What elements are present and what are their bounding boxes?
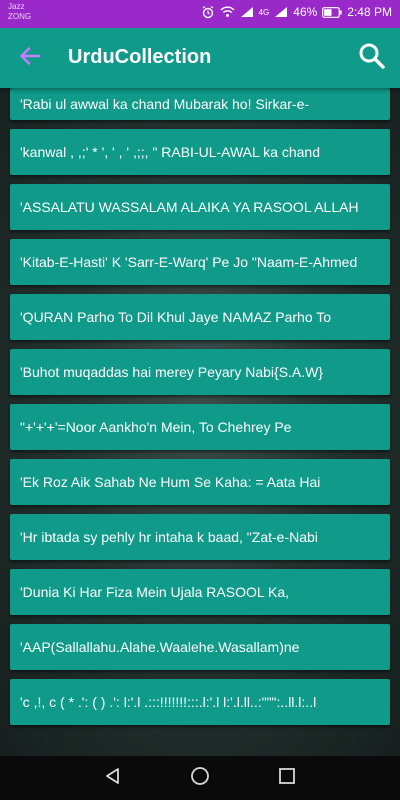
signal-icon-secondary: [274, 6, 288, 18]
list-item[interactable]: 'Buhot muqaddas hai merey Peyary Nabi{S.…: [10, 349, 390, 395]
system-navigation-bar: [0, 756, 400, 800]
battery-percent: 46%: [293, 5, 318, 19]
list-item[interactable]: 'Hr ibtada sy pehly hr intaha k baad, "Z…: [10, 514, 390, 560]
alarm-icon: [201, 5, 215, 19]
list-item[interactable]: 'Dunia Ki Har Fiza Mein Ujala RASOOL Ka,: [10, 569, 390, 615]
search-button[interactable]: [356, 42, 388, 74]
back-button[interactable]: [14, 44, 46, 72]
signal-icon: [240, 6, 254, 18]
wifi-icon: [220, 6, 235, 18]
nav-recents-button[interactable]: [273, 764, 301, 792]
square-recents-icon: [278, 767, 296, 790]
list-item[interactable]: 'Rabi ul awwal ka chand Mubarak ho! Sirk…: [10, 88, 390, 120]
network-type-label: 4G: [258, 7, 270, 17]
clock-time: 2:48 PM: [347, 5, 392, 19]
carrier-name-secondary: ZONG: [8, 12, 32, 21]
message-list[interactable]: 'Rabi ul awwal ka chand Mubarak ho! Sirk…: [10, 88, 390, 734]
list-item[interactable]: 'ASSALATU WASSALAM ALAIKA YA RASOOL ALLA…: [10, 184, 390, 230]
nav-home-button[interactable]: [186, 764, 214, 792]
list-item[interactable]: 'QURAN Parho To Dil Khul Jaye NAMAZ Parh…: [10, 294, 390, 340]
list-item[interactable]: 'c ,!, c ( * .': ( ) .': l:'.l .:::!!!!!…: [10, 679, 390, 725]
status-icons: 4G 46% 2:48 PM: [201, 5, 392, 19]
arrow-left-icon: [19, 46, 41, 70]
carrier-info: Jazz ZONG: [8, 2, 31, 22]
status-bar: Jazz ZONG 4G 46% 2:48 PM: [0, 0, 400, 28]
search-icon: [358, 42, 386, 75]
app-title: UrduCollection: [68, 46, 212, 68]
list-item[interactable]: 'AAP(Sallallahu.Alahe.Waalehe.Wasallam)n…: [10, 624, 390, 670]
list-item[interactable]: 'kanwal , ,;' * ', ' , ' ,;;, " RABI-UL-…: [10, 129, 390, 175]
battery-icon: [322, 6, 342, 18]
carrier-name-primary: Jazz: [8, 2, 25, 11]
content-area[interactable]: 'Rabi ul awwal ka chand Mubarak ho! Sirk…: [0, 88, 400, 756]
triangle-back-icon: [104, 767, 122, 790]
list-item[interactable]: 'Ek Roz Aik Sahab Ne Hum Se Kaha: = Aata…: [10, 459, 390, 505]
list-item[interactable]: "+'+'+'=Noor Aankho'n Mein, To Chehrey P…: [10, 404, 390, 450]
nav-back-button[interactable]: [99, 764, 127, 792]
list-item[interactable]: 'Kitab-E-Hasti' K 'Sarr-E-Warq' Pe Jo "N…: [10, 239, 390, 285]
circle-home-icon: [190, 766, 210, 791]
app-toolbar: UrduCollection: [0, 28, 400, 88]
